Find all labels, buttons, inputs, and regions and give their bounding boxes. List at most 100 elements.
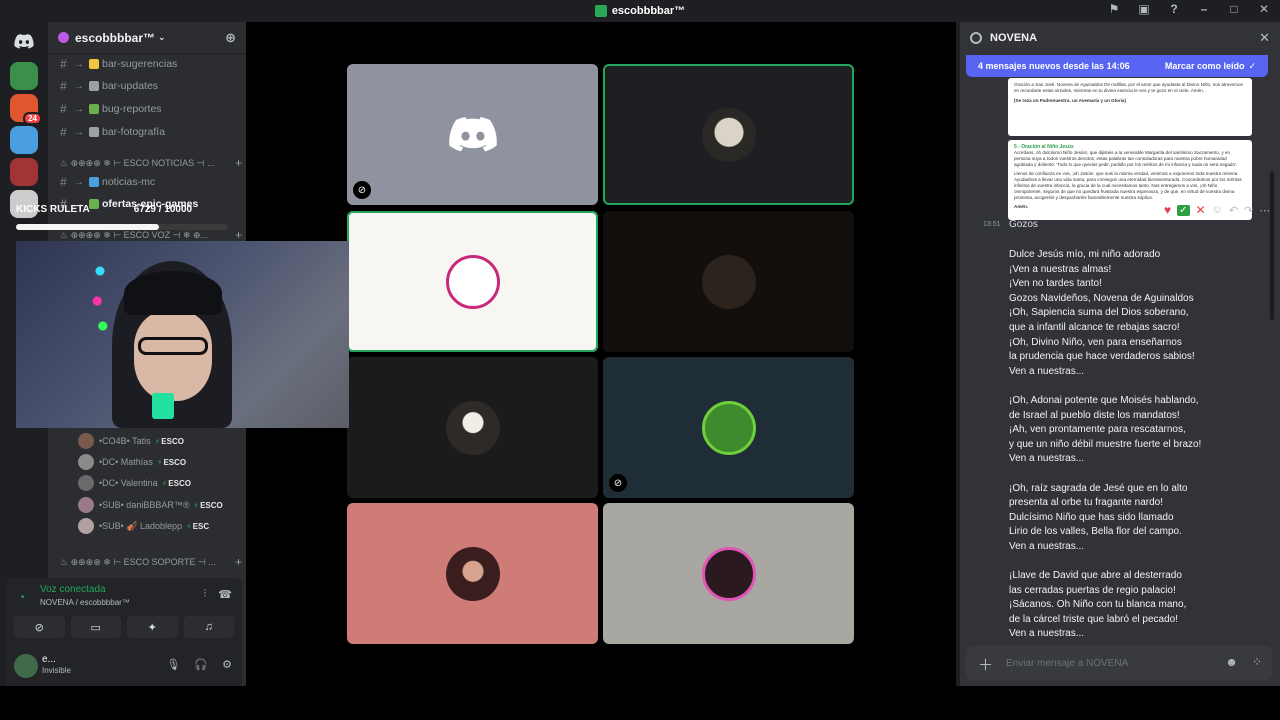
server-icon[interactable]: 24 bbox=[10, 94, 42, 125]
poem-line: Lirio de los valles, Bella flor del camp… bbox=[1009, 526, 1182, 538]
invite-people-icon[interactable]: ⊕ bbox=[225, 30, 236, 46]
activities-button[interactable]: ✦ bbox=[127, 616, 178, 638]
microphone-icon[interactable]: 🎙 bbox=[166, 658, 180, 671]
avatar[interactable] bbox=[14, 654, 38, 678]
voice-stage: ⊘ ⊘ bbox=[246, 22, 956, 686]
avatar bbox=[78, 454, 94, 470]
poem-line: ¡Oh, Sapiencia suma del Dios soberano, bbox=[1009, 307, 1189, 319]
server-icon[interactable] bbox=[10, 126, 38, 154]
mark-as-read-button[interactable]: Marcar como leído bbox=[1165, 61, 1245, 71]
channel-emoji-icon bbox=[89, 81, 99, 91]
hash-icon: # bbox=[60, 57, 67, 71]
app-window: escobbbbar™ ⚑ ▣ ? – □ ✕ 24 escobbbbar™ ⌄… bbox=[0, 0, 1280, 720]
discord-home-icon[interactable] bbox=[9, 26, 39, 56]
avatar bbox=[446, 108, 500, 162]
voice-panel: ◔ Voz conectada NOVENA / escobbbbar™ ⫶ ☎… bbox=[6, 578, 242, 688]
forward-icon[interactable]: ↷ bbox=[1244, 204, 1253, 217]
chevron-down-icon: ⌄ bbox=[158, 32, 166, 42]
voice-member[interactable]: •SUB• daniBBBAR™®ESCO bbox=[78, 495, 223, 515]
screen-share-icon: ▭ bbox=[90, 621, 101, 634]
noise-suppression-icon[interactable]: ⫶ bbox=[204, 588, 207, 601]
member-name: •CO4B• Tatis bbox=[99, 436, 151, 446]
username[interactable]: e... bbox=[42, 654, 56, 665]
channel-category[interactable]: ♨ ⊕⊕⊕⊕ ❄ ⊢ ESCO NOTICIAS ⊣ ... + bbox=[60, 155, 242, 171]
poem-line: de la cárcel triste que labró el pecado! bbox=[1009, 613, 1178, 625]
add-reaction-icon[interactable]: ☺ bbox=[1212, 204, 1223, 216]
voice-member[interactable]: •SUB• 🎻 LadobleррESC bbox=[78, 516, 209, 536]
kicks-progress-fill bbox=[16, 224, 159, 230]
channel-item[interactable]: # → bar-fotografía bbox=[60, 122, 240, 142]
channel-item[interactable]: # → bug-reportes bbox=[60, 99, 240, 119]
help-icon[interactable]: ? bbox=[1166, 2, 1182, 16]
server-icon[interactable] bbox=[10, 62, 38, 90]
maximize-icon[interactable]: □ bbox=[1226, 2, 1242, 16]
thread-arrow-icon: → bbox=[74, 103, 84, 115]
apps-icon[interactable]: ⁘ bbox=[1252, 655, 1262, 669]
screen-share-button[interactable]: ▭ bbox=[70, 616, 121, 638]
channel-category[interactable]: ♨ ⊕⊕⊕⊕ ❄ ⊢ ESCO SOPORTE ⊣ ... + bbox=[60, 554, 242, 570]
channel-name: bar-sugerencias bbox=[102, 58, 178, 70]
doc2-text: Acordaos, oh dulcísimo Niño Jesús!, que … bbox=[1014, 150, 1238, 167]
poem-line: ¡Sácanos. Oh Niño con tu blanca mano, bbox=[1009, 599, 1187, 611]
kicks-progress-bar bbox=[16, 224, 228, 230]
poem-stanza: Dulce Jesús mío, mi niño adorado ¡Ven a n… bbox=[1009, 248, 1265, 379]
participant-tile[interactable] bbox=[603, 503, 854, 644]
add-channel-icon[interactable]: + bbox=[235, 156, 242, 170]
check-reaction-icon[interactable]: ✓ bbox=[1177, 204, 1190, 216]
voice-member[interactable]: •DC• Mathías ESCO bbox=[78, 452, 186, 472]
participant-tile[interactable] bbox=[603, 211, 854, 352]
disconnect-icon[interactable]: ☎ bbox=[218, 588, 232, 601]
add-attachment-icon[interactable]: ＋ bbox=[978, 654, 993, 675]
channel-emoji-icon bbox=[89, 127, 99, 137]
participant-tile[interactable] bbox=[347, 503, 598, 644]
member-tag: ESCO bbox=[157, 458, 186, 467]
voice-status[interactable]: Voz conectada bbox=[40, 584, 106, 595]
message-timestamp: 13:51 bbox=[983, 221, 1001, 228]
camera-off-button[interactable]: ⊘ bbox=[14, 616, 65, 638]
voice-member[interactable]: •DC• Valentina ESCO bbox=[78, 473, 191, 493]
reply-icon[interactable]: ↶ bbox=[1229, 204, 1238, 217]
more-options-icon[interactable]: ⋯ bbox=[1259, 204, 1270, 217]
headphones-icon[interactable]: 🎧 bbox=[194, 658, 208, 671]
doc1-footer: (Se reza un Padrenuestro, un Avemaría y … bbox=[1014, 98, 1126, 103]
participant-tile[interactable] bbox=[347, 211, 598, 352]
voice-member[interactable]: •CO4B• Tatis ESCO bbox=[78, 431, 184, 451]
poem-line: ¡Oh, Adonai potente que Moisés hablando, bbox=[1009, 394, 1199, 406]
message-input[interactable] bbox=[1006, 654, 1206, 672]
thread-scrollbar[interactable] bbox=[1270, 172, 1274, 320]
participant-tile[interactable] bbox=[603, 64, 854, 205]
new-messages-bar[interactable]: 4 mensajes nuevos desde las 14:06 Marcar… bbox=[966, 55, 1268, 77]
soundboard-button[interactable]: ♫ bbox=[183, 616, 234, 638]
inbox-icon[interactable]: ▣ bbox=[1136, 2, 1152, 16]
settings-gear-icon[interactable]: ⚙ bbox=[222, 658, 232, 671]
add-channel-icon[interactable]: + bbox=[235, 228, 242, 242]
signal-icon[interactable]: ◔ bbox=[18, 590, 25, 604]
close-window-icon[interactable]: ✕ bbox=[1256, 2, 1272, 16]
close-icon[interactable]: ✕ bbox=[1259, 30, 1270, 46]
heart-reaction-icon[interactable]: ♥ bbox=[1164, 203, 1171, 217]
guild-header[interactable]: escobbbbar™ ⌄ ⊕ bbox=[48, 22, 246, 54]
minimize-icon[interactable]: – bbox=[1196, 2, 1212, 16]
participant-tile[interactable]: ⊘ bbox=[347, 64, 598, 205]
poem-line: ¡Llave de David que abre al desterrado bbox=[1009, 570, 1182, 582]
add-channel-icon[interactable]: + bbox=[235, 555, 242, 569]
channel-item[interactable]: # → noticias-mc bbox=[60, 172, 240, 192]
message-composer: ＋ ☻ ⁘ bbox=[966, 646, 1272, 680]
channel-item[interactable]: # → bar-updates bbox=[60, 76, 240, 96]
thread-icon bbox=[970, 32, 982, 44]
poem-line: Ven a nuestras... bbox=[1009, 540, 1085, 552]
emoji-icon[interactable]: ☻ bbox=[1225, 655, 1238, 669]
avatar bbox=[78, 475, 94, 491]
server-icon[interactable] bbox=[10, 158, 38, 186]
poem-line: Ven a nuestras... bbox=[1009, 365, 1085, 377]
hash-icon: # bbox=[60, 102, 67, 116]
thread-arrow-icon: → bbox=[74, 126, 84, 138]
voice-channel[interactable]: NOVENA / escobbbbar™ bbox=[40, 598, 130, 607]
participant-tile[interactable] bbox=[347, 357, 598, 498]
cross-reaction-icon[interactable]: ✕ bbox=[1196, 203, 1206, 217]
channel-item[interactable]: # → bar-sugerencias bbox=[60, 54, 240, 74]
attachment-image-1[interactable]: Oración a San José. Novena de Aguinaldos… bbox=[1008, 78, 1252, 136]
participant-tile[interactable]: ⊘ bbox=[603, 357, 854, 498]
member-name: •DC• Valentina bbox=[99, 478, 158, 488]
inbox-flag-icon[interactable]: ⚑ bbox=[1106, 2, 1122, 16]
